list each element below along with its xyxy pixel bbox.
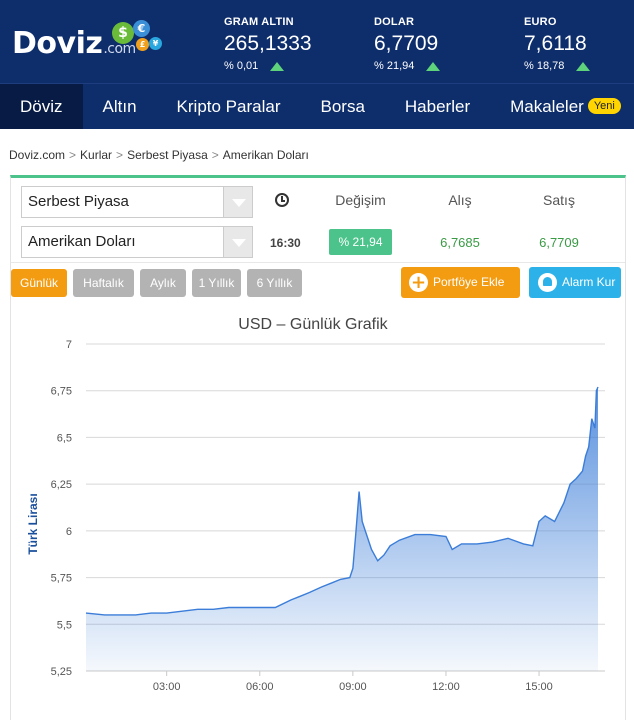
chevron-down-icon: [223, 187, 252, 217]
site-header: Doviz.com $ € £ ¥ GRAM ALTIN 265,1333 % …: [0, 0, 634, 83]
breadcrumb-current: Amerikan Doları: [222, 148, 309, 162]
y-tick-label: 5,75: [51, 573, 72, 585]
tab-gunluk[interactable]: Günlük: [11, 269, 67, 297]
y-tick-label: 6,75: [51, 386, 72, 398]
add-to-portfolio-button[interactable]: + Portföye Ekle: [401, 267, 520, 298]
clock-icon: [275, 193, 289, 207]
ticker-gram-altin[interactable]: GRAM ALTIN 265,1333 % 0,01: [224, 16, 312, 72]
y-tick-label: 6,5: [57, 432, 72, 444]
y-tick-label: 5,5: [57, 619, 72, 631]
header-sell: Satış: [543, 192, 575, 208]
breadcrumb-home[interactable]: Doviz.com: [9, 148, 65, 162]
main-nav: Döviz Altın Kripto Paralar Borsa Haberle…: [0, 83, 634, 129]
header-change: Değişim: [335, 192, 386, 208]
breadcrumb: Doviz.com > Kurlar > Serbest Piyasa > Amerikan…: [9, 148, 309, 162]
change-badge: % 21,94: [329, 229, 392, 255]
buy-price: 6,7685: [440, 235, 480, 250]
chevron-down-icon: [223, 227, 252, 257]
chart-title: USD – Günlük Grafik: [238, 316, 388, 333]
breadcrumb-serbest-piyasa[interactable]: Serbest Piyasa: [127, 148, 208, 162]
y-tick-label: 7: [66, 339, 72, 351]
divider: [11, 262, 625, 263]
price-chart: USD – Günlük Grafik Türk Lirası 5,25 5,5 5…: [11, 302, 625, 720]
x-tick-label: 06:00: [246, 681, 274, 693]
trend-up-icon: [270, 61, 285, 71]
trend-up-icon: [426, 61, 441, 71]
y-tick-label: 6,25: [51, 479, 72, 491]
nav-item-borsa[interactable]: Borsa: [300, 84, 384, 129]
update-time: 16:30: [270, 236, 301, 250]
y-axis-label: Türk Lirası: [26, 493, 40, 554]
market-select[interactable]: Serbest Piyasa: [21, 186, 253, 218]
bell-icon: [538, 273, 557, 292]
x-tick-label: 12:00: [432, 681, 460, 693]
nav-item-altin[interactable]: Altın: [83, 84, 157, 129]
set-alarm-button[interactable]: Alarm Kur: [529, 267, 621, 298]
sell-price: 6,7709: [539, 235, 579, 250]
tab-1-yillik[interactable]: 1 Yıllık: [192, 269, 241, 297]
nav-item-haberler[interactable]: Haberler: [385, 84, 490, 129]
y-tick-label: 5,25: [51, 666, 72, 678]
coins-logo-icon: $ € £ ¥: [112, 20, 168, 56]
x-tick-label: 15:00: [525, 681, 553, 693]
header-buy: Alış: [448, 192, 472, 208]
tab-haftalik[interactable]: Haftalık: [73, 269, 134, 297]
plus-icon: +: [409, 272, 428, 293]
rate-panel: Serbest Piyasa Amerikan Doları Değişim A…: [10, 175, 626, 720]
chart-svg: USD – Günlük Grafik Türk Lirası 5,25 5,5 5…: [26, 316, 605, 693]
tab-aylik[interactable]: Aylık: [140, 269, 186, 297]
ticker-dolar[interactable]: DOLAR 6,7709 % 21,94: [374, 16, 441, 72]
tab-6-yillik[interactable]: 6 Yıllık: [247, 269, 302, 297]
area-fill: [86, 387, 598, 671]
nav-item-doviz[interactable]: Döviz: [0, 84, 83, 129]
new-badge: Yeni: [587, 97, 621, 114]
breadcrumb-kurlar[interactable]: Kurlar: [80, 148, 112, 162]
nav-item-makaleler[interactable]: Makaleler Yeni: [490, 84, 627, 129]
ticker-euro[interactable]: EURO 7,6118 % 18,78: [524, 16, 591, 72]
nav-item-kripto[interactable]: Kripto Paralar: [157, 84, 301, 129]
currency-select[interactable]: Amerikan Doları: [21, 226, 253, 258]
x-tick-label: 09:00: [339, 681, 367, 693]
y-tick-label: 6: [66, 526, 72, 538]
x-tick-label: 03:00: [153, 681, 181, 693]
trend-up-icon: [576, 61, 591, 71]
